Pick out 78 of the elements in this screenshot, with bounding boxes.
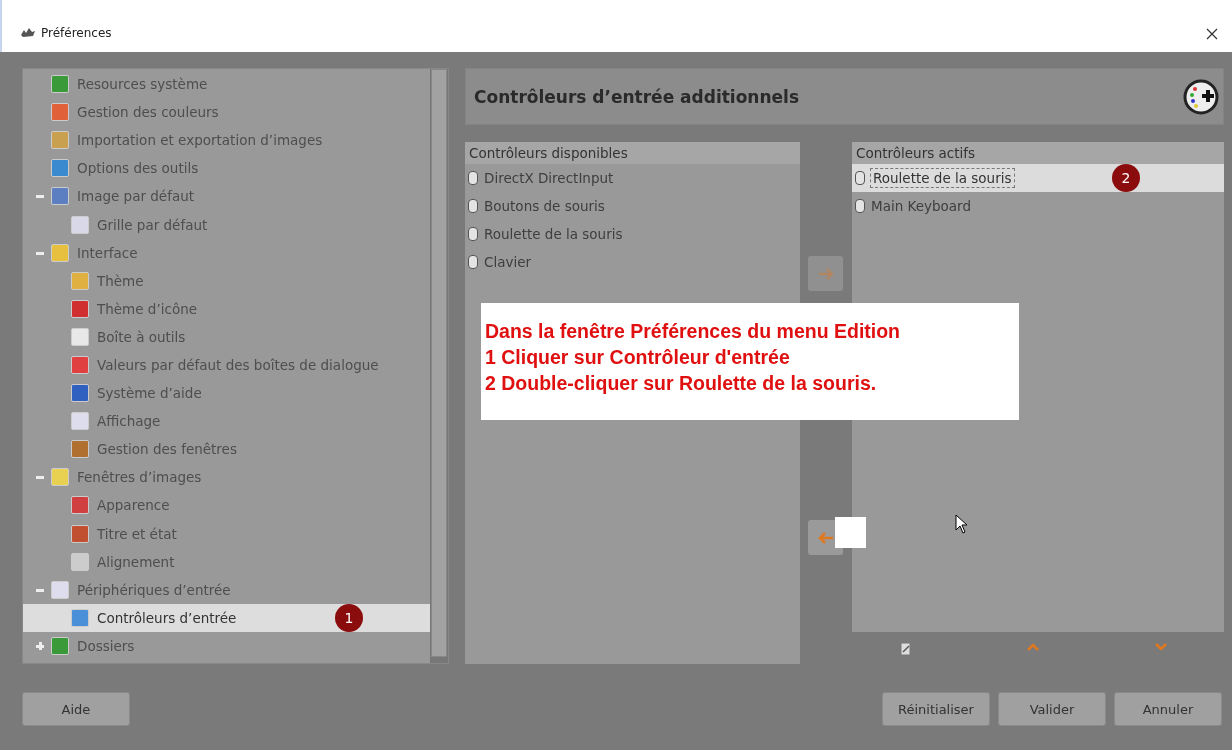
tree-item[interactable]: Gestion des fenêtres [23,435,430,464]
category-icon [71,327,89,346]
list-item[interactable]: Main Keyboard [852,192,1224,220]
mouse-pointer-icon [955,514,969,534]
dialog-button[interactable]: Valider [998,692,1106,726]
category-icon [71,608,89,627]
tree-item[interactable]: Contrôleurs d’entrée 1 [23,603,430,632]
category-icon [51,103,69,122]
category-icon [71,384,89,403]
tree-item[interactable]: Alignement [23,547,430,576]
move-up-icon[interactable] [1026,642,1040,652]
tree-item[interactable]: Options des outils [23,154,430,183]
app-icon [20,27,36,39]
tree-item[interactable]: Périphériques d’entrée [23,575,430,604]
page-title: Contrôleurs d’entrée additionnels [474,86,800,107]
tree-item[interactable]: Importation et exportation d’images [23,126,430,155]
list-item[interactable]: Roulette de la souris 2 [852,164,1224,192]
expand-icon[interactable] [35,640,45,651]
list-item[interactable]: DirectX DirectInput [465,164,800,192]
controller-icon [855,171,865,185]
close-icon[interactable] [1206,28,1218,40]
list-item[interactable]: Clavier [465,248,800,276]
controller-icon [468,255,478,269]
annotation-text: 1 Cliquer sur Contrôleur d'entrée [485,345,791,370]
controller-icon [468,199,478,213]
category-icon [71,412,89,431]
category-icon [71,299,89,318]
controller-icon [855,199,865,213]
category-icon [71,271,89,290]
tree-item[interactable]: Dossiers [23,631,430,660]
category-icon [71,356,89,374]
category-icon [51,580,69,599]
arrow-left-icon [817,530,834,545]
tree-item[interactable]: Resources système [23,70,430,99]
tree-item[interactable]: Affichage [23,407,430,436]
tree-item[interactable]: Apparence [23,491,430,520]
annotation-text: 2 Double-cliquer sur Roulette de la souris. [485,371,878,396]
help-button[interactable]: Aide [22,692,130,726]
tree-item[interactable]: Interface [23,238,430,267]
list-header: Contrôleurs actifs [852,142,1224,164]
tree-item[interactable]: Boîte à outils [23,322,430,351]
category-icon [71,440,89,459]
tree-item[interactable]: Fenêtres d’images [23,463,430,492]
category-icon [51,187,69,206]
tree-item[interactable]: Valeurs par défaut des boîtes de dialogue [23,350,430,380]
list-item[interactable]: Boutons de souris [465,192,800,220]
step-badge: 2 [1112,164,1140,192]
category-icon [51,468,69,487]
controller-icon [468,227,478,241]
controller-icon [468,171,478,185]
step-badge: 1 [335,603,363,632]
category-icon [51,75,69,94]
gamepad-icon [1183,78,1219,115]
category-icon [71,496,89,515]
tree-item[interactable]: Système d’aide [23,379,430,408]
category-icon [51,131,69,150]
window-title: Préférences [41,26,112,40]
dialog-button[interactable]: Annuler [1114,692,1222,726]
list-header: Contrôleurs disponibles [465,142,800,164]
list-item[interactable]: Roulette de la souris [465,220,800,248]
category-icon [71,524,89,543]
tree-item[interactable]: Titre et état [23,519,430,548]
category-icon [51,159,69,178]
tree-item[interactable]: Gestion des couleurs [23,98,430,127]
tree-item[interactable]: Grille par défaut [23,210,430,239]
arrow-right-icon [817,266,834,281]
category-icon [51,636,69,655]
move-down-icon[interactable] [1154,642,1168,652]
tree-item[interactable]: Thème d’icône [23,294,430,323]
category-icon [71,552,89,571]
category-icon [71,215,89,234]
tree-item[interactable]: Image par défaut [23,182,430,211]
tree-item[interactable]: Thème [23,266,430,295]
category-icon [51,243,69,262]
dialog-button[interactable]: Réinitialiser [882,692,990,726]
annotation-text: Dans la fenêtre Préférences du menu Edition [485,319,902,344]
edit-icon[interactable] [900,642,912,656]
blank-tooltip [835,517,866,548]
